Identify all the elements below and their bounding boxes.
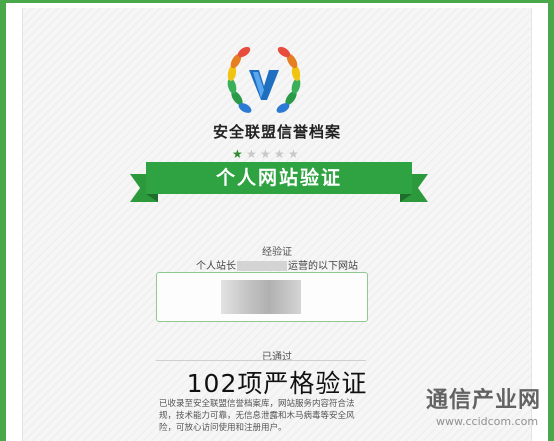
left-laurel bbox=[227, 46, 252, 113]
divider bbox=[156, 360, 366, 361]
right-laurel bbox=[276, 46, 301, 113]
rating-stars: ★ ★ ★ ★ ★ bbox=[232, 143, 302, 160]
brand-title: 安全联盟信誉档案 bbox=[212, 123, 341, 141]
verify-label: 经验证 bbox=[262, 247, 292, 258]
owner-suffix: 运营的以下网站 bbox=[288, 261, 358, 272]
ribbon-title: 个人网站验证 bbox=[215, 167, 342, 189]
laurel-emblem-icon bbox=[227, 46, 301, 113]
owner-prefix: 个人站长 bbox=[196, 261, 236, 272]
frame-top bbox=[0, 0, 554, 3]
owner-line: 个人站长 运营的以下网站 bbox=[0, 257, 554, 272]
verification-description: 已收录至安全联盟信誉档案库，网站服务内容符合法规，技术能力可靠，无信息泄露和木马… bbox=[159, 399, 355, 433]
watermark-text: 通信产业网 bbox=[426, 388, 542, 413]
v-logo bbox=[249, 70, 279, 100]
watermark-url: www.ccidcom.com bbox=[436, 415, 539, 428]
website-redacted bbox=[221, 280, 301, 314]
owner-name-redacted bbox=[237, 261, 287, 271]
